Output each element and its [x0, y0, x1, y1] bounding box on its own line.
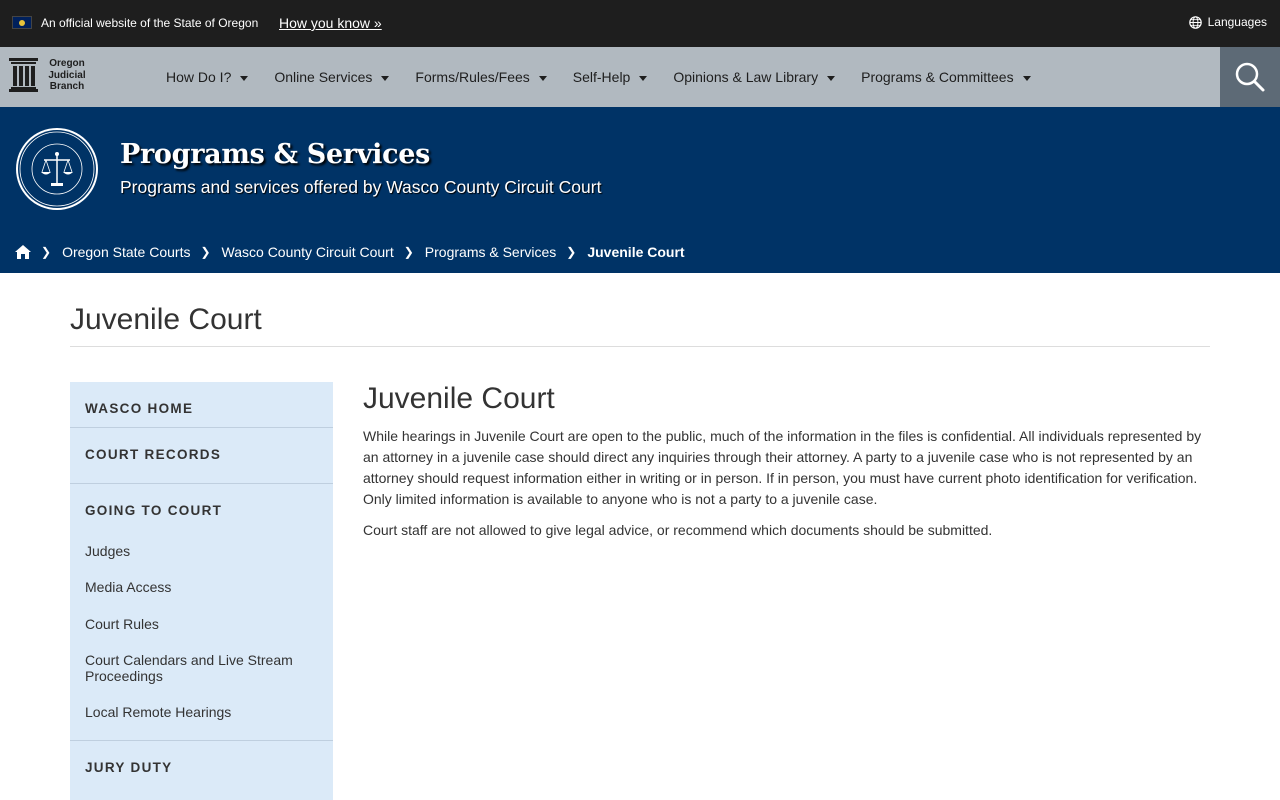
- breadcrumb-programs-services[interactable]: Programs & Services: [425, 244, 556, 260]
- page-title: Juvenile Court: [70, 303, 262, 336]
- title-divider: [70, 346, 1210, 347]
- nav-item-programs-committees[interactable]: Programs & Committees: [861, 69, 1031, 85]
- sidebar-item-court-calendars[interactable]: Court Calendars and Live Stream Proceedi…: [85, 652, 320, 684]
- caret-down-icon: [1022, 76, 1031, 81]
- official-website-text: An official website of the State of Oreg…: [41, 16, 259, 30]
- sidebar-divider: [70, 740, 333, 741]
- sidebar-nav: WASCO HOME COURT RECORDS GOING TO COURT …: [70, 382, 333, 800]
- chevron-right-icon: ❯: [200, 245, 211, 259]
- sidebar-item-judges[interactable]: Judges: [85, 543, 320, 559]
- home-icon[interactable]: [15, 245, 31, 259]
- nav-menu: How Do I? Online Services Forms/Rules/Fe…: [166, 47, 1057, 107]
- nav-item-online-services[interactable]: Online Services: [274, 69, 390, 85]
- hero-title: Programs & Services: [120, 139, 431, 170]
- official-banner: An official website of the State of Oreg…: [0, 0, 1280, 47]
- search-button[interactable]: [1220, 47, 1280, 107]
- ojb-logo[interactable]: Oregon Judicial Branch: [9, 58, 88, 93]
- nav-item-how-do-i[interactable]: How Do I?: [166, 69, 249, 85]
- caret-down-icon: [381, 76, 390, 81]
- hero-banner: Programs & Services Programs and service…: [0, 107, 1280, 273]
- judicial-department-seal-icon: [16, 128, 98, 210]
- breadcrumb: ❯ Oregon State Courts ❯ Wasco County Cir…: [15, 244, 685, 260]
- content-paragraph-1: While hearings in Juvenile Court are ope…: [363, 428, 1202, 507]
- oregon-flag-icon: [12, 16, 32, 29]
- caret-down-icon: [538, 76, 547, 81]
- sidebar-item-media-access[interactable]: Media Access: [85, 579, 320, 595]
- how-you-know-link[interactable]: How you know »: [279, 15, 382, 31]
- nav-item-forms-rules-fees[interactable]: Forms/Rules/Fees: [415, 69, 547, 85]
- content-paragraph-2: Court staff are not allowed to give lega…: [363, 522, 993, 538]
- sidebar-divider: [70, 427, 333, 428]
- chevron-right-icon: ❯: [403, 245, 414, 259]
- search-icon: [1235, 62, 1265, 92]
- chevron-right-icon: ❯: [41, 245, 52, 259]
- caret-down-icon: [240, 76, 249, 81]
- chevron-right-icon: ❯: [566, 245, 577, 259]
- sidebar-item-court-records[interactable]: COURT RECORDS: [85, 447, 221, 462]
- nav-item-opinions-law-library[interactable]: Opinions & Law Library: [673, 69, 836, 85]
- sidebar-item-jury-duty[interactable]: JURY DUTY: [85, 760, 172, 775]
- languages-label: Languages: [1207, 15, 1267, 29]
- courthouse-pillar-icon: [9, 58, 38, 93]
- sidebar-item-court-rules[interactable]: Court Rules: [85, 616, 320, 632]
- ojb-logo-text: Oregon Judicial Branch: [48, 58, 86, 92]
- sidebar-item-wasco-home[interactable]: WASCO HOME: [85, 401, 193, 416]
- sidebar-divider: [70, 483, 333, 484]
- hero-subtitle: Programs and services offered by Wasco C…: [120, 177, 602, 197]
- breadcrumb-current: Juvenile Court: [587, 244, 685, 260]
- caret-down-icon: [639, 76, 648, 81]
- nav-item-self-help[interactable]: Self-Help: [573, 69, 648, 85]
- sidebar-item-local-remote-hearings[interactable]: Local Remote Hearings: [85, 704, 320, 720]
- breadcrumb-wasco-county-circuit-court[interactable]: Wasco County Circuit Court: [222, 244, 394, 260]
- sidebar-item-going-to-court[interactable]: GOING TO COURT: [85, 503, 222, 518]
- breadcrumb-oregon-state-courts[interactable]: Oregon State Courts: [62, 244, 190, 260]
- globe-icon: [1188, 15, 1202, 29]
- languages-button[interactable]: Languages: [1188, 15, 1267, 29]
- main-navigation: Oregon Judicial Branch How Do I? Online …: [0, 47, 1280, 107]
- caret-down-icon: [827, 76, 836, 81]
- content-title: Juvenile Court: [363, 382, 555, 415]
